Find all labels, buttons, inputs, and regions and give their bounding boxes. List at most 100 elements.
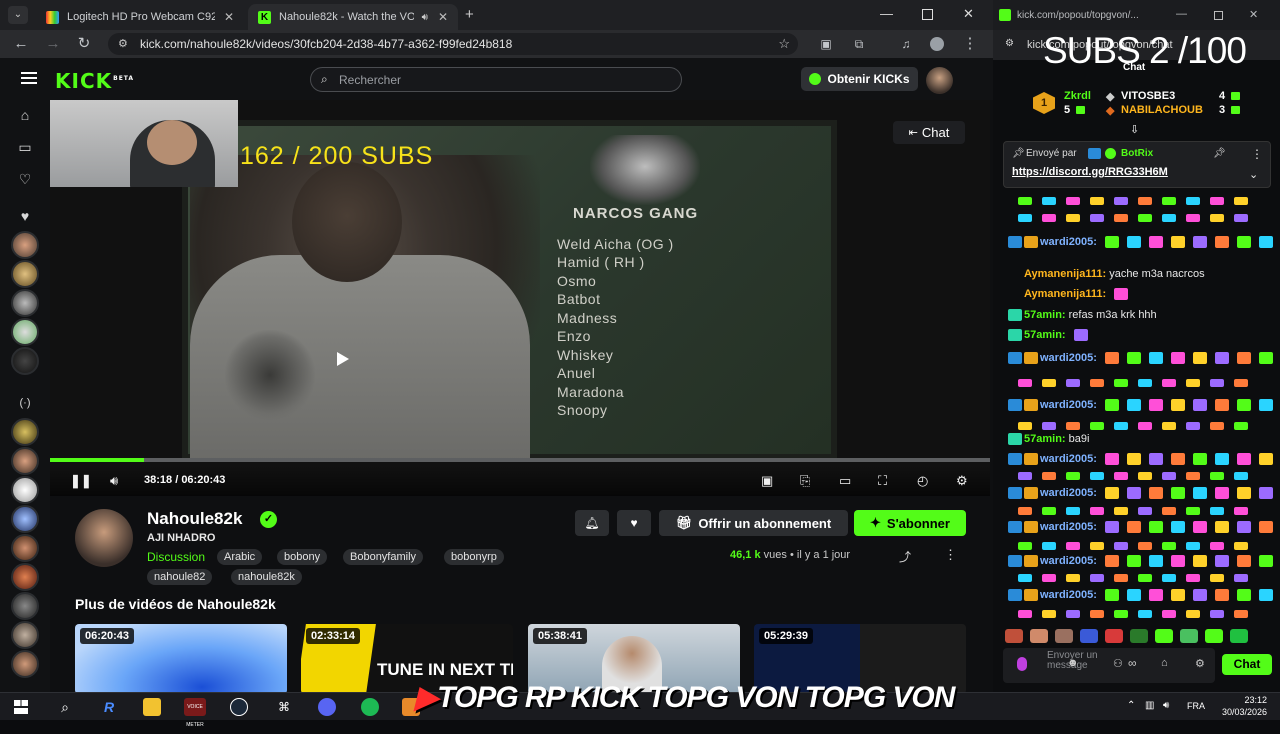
system-clock[interactable]: 23:12 30/03/2026 (1222, 694, 1267, 718)
emote-icon[interactable] (1105, 629, 1123, 643)
tag-chip[interactable]: nahoule82 (147, 569, 213, 585)
chat-username[interactable]: wardi2005: (1040, 521, 1097, 533)
tag-chip[interactable]: bobony (277, 549, 328, 565)
chat-username[interactable]: wardi2005: (1040, 589, 1097, 601)
close-icon[interactable]: ✕ (224, 10, 234, 24)
followed-channel-avatar[interactable] (11, 231, 39, 259)
minimize-button[interactable]: — (880, 6, 893, 21)
miniplayer-icon[interactable]: ▣ (761, 473, 773, 489)
channel-name[interactable]: Nahoule82k (147, 509, 242, 529)
voice-meter-icon[interactable]: VOICE METER (184, 698, 206, 728)
tab-search-button[interactable]: ⌄ (8, 6, 28, 24)
volume-icon[interactable]: 🔊︎ (110, 473, 118, 489)
back-icon[interactable]: ← (13, 36, 29, 52)
volume-icon[interactable]: 🔊︎ (1163, 700, 1169, 711)
recommended-channel-avatar[interactable] (11, 447, 39, 475)
language-indicator[interactable]: FRA (1187, 701, 1205, 711)
close-icon[interactable]: ✕ (438, 10, 448, 24)
minimize-button[interactable]: — (1176, 8, 1187, 20)
steam-icon[interactable] (230, 698, 248, 716)
file-explorer-icon[interactable] (143, 698, 161, 716)
infinity-icon[interactable]: ∞ (1128, 656, 1137, 670)
notification-bell-button[interactable]: 🔔︎ (575, 510, 609, 536)
recommended-channel-avatar[interactable] (11, 650, 39, 678)
settings-gear-icon[interactable]: ⚙ (1195, 657, 1205, 670)
more-options-icon[interactable]: ⋮ (1251, 147, 1263, 161)
tab-webcam[interactable]: Logitech HD Pro Webcam C920 ✕ (36, 4, 244, 30)
recommended-channel-avatar[interactable] (11, 505, 39, 533)
leader-name[interactable]: VITOSBE3 (1121, 90, 1175, 102)
chat-toggle-button[interactable]: ⇤ Chat (893, 121, 965, 144)
tray-chevron-icon[interactable]: ⌃ (1127, 700, 1135, 711)
tag-chip[interactable]: Bobonyfamily (343, 549, 424, 565)
chat-username[interactable]: wardi2005: (1040, 555, 1097, 567)
more-options-icon[interactable]: ⋮ (944, 547, 957, 563)
chat-username[interactable]: Aymanenija111: (1024, 288, 1106, 300)
emote-icon[interactable] (1205, 629, 1223, 643)
maximize-button[interactable] (922, 9, 933, 20)
emote-icon[interactable] (1230, 629, 1248, 643)
channel-avatar[interactable] (75, 509, 133, 567)
chat-username[interactable]: wardi2005: (1040, 453, 1097, 465)
site-info-icon[interactable]: ⚙ (118, 37, 128, 50)
spotify-icon[interactable] (361, 698, 379, 716)
address-input[interactable]: ⚙ kick.com/nahoule82k/videos/30fcb204-2d… (108, 33, 798, 55)
collapse-arrow-icon[interactable]: ⇩ (1130, 123, 1139, 136)
speed-icon[interactable]: ◴ (917, 473, 928, 489)
pinned-author[interactable]: BotRix (1121, 148, 1153, 159)
reload-icon[interactable]: ↻ (76, 36, 92, 52)
extension-icon[interactable]: ▣ (818, 36, 834, 52)
following-icon[interactable]: ♡ (14, 168, 36, 190)
network-icon[interactable]: ▥ (1145, 700, 1154, 711)
windows-start-icon[interactable] (14, 700, 28, 714)
emoji-icon[interactable]: ☻ (1067, 657, 1079, 669)
menu-kebab-icon[interactable]: ⋮ (962, 36, 978, 52)
share-icon[interactable]: ⤴ (899, 548, 911, 565)
chat-input[interactable]: Envoyer un message ☻ ⚇ ∞ ⌂ ⚙ (1003, 648, 1215, 683)
emote-icon[interactable] (1130, 629, 1148, 643)
leader-name[interactable]: NABILACHOUB (1121, 104, 1203, 116)
clip-icon[interactable]: ⎘ (800, 473, 810, 489)
get-kicks-button[interactable]: Obtenir KICKs (801, 67, 918, 91)
user-avatar[interactable] (926, 67, 953, 94)
video-thumbnail[interactable]: 06:20:43 (75, 624, 287, 692)
browse-icon[interactable]: ▭ (14, 136, 36, 158)
fullscreen-icon[interactable]: ⛶ (878, 473, 887, 489)
home-icon[interactable]: ⌂ (14, 104, 36, 126)
emote-icon[interactable] (1055, 629, 1073, 643)
close-window-button[interactable]: ✕ (1249, 8, 1258, 21)
subscribe-button[interactable]: ✦ S'abonner (854, 510, 966, 536)
kick-logo[interactable]: KICKBETA (55, 69, 134, 93)
tab-kick-video[interactable]: K Nahoule82k - Watch the VO 🔊︎ ✕ (248, 4, 458, 30)
tag-chip[interactable]: nahoule82k (231, 569, 302, 585)
emote-icon[interactable] (1030, 629, 1048, 643)
discord-icon[interactable] (318, 698, 336, 716)
chat-username[interactable]: wardi2005: (1040, 487, 1097, 499)
recommended-channel-avatar[interactable] (11, 418, 39, 446)
app-r-icon[interactable]: R (100, 698, 118, 716)
puzzle-icon[interactable]: ⧉ (851, 36, 867, 52)
chat-username[interactable]: 57amin: (1024, 433, 1066, 445)
emote-icon[interactable] (1080, 629, 1098, 643)
pinned-link[interactable]: https://discord.gg/RRG33H6M (1012, 166, 1168, 178)
chat-username[interactable]: wardi2005: (1040, 236, 1097, 248)
site-info-icon[interactable]: ⚙ (1005, 38, 1014, 49)
chat-username[interactable]: wardi2005: (1040, 352, 1097, 364)
hamburger-menu-icon[interactable] (21, 72, 37, 84)
recommended-channel-avatar[interactable] (11, 621, 39, 649)
chat-username[interactable]: wardi2005: (1040, 399, 1097, 411)
followed-channel-avatar[interactable] (11, 260, 39, 288)
search-input[interactable]: ⌕ Rechercher (310, 67, 682, 92)
chat-username[interactable]: 57amin: (1024, 329, 1066, 341)
send-chat-button[interactable]: Chat (1222, 654, 1272, 675)
emote-icon[interactable] (1005, 629, 1023, 643)
bookmark-star-icon[interactable]: ☆ (778, 36, 790, 52)
forward-icon[interactable]: → (45, 36, 61, 52)
recommended-channel-avatar[interactable] (11, 476, 39, 504)
emote-icon[interactable] (1180, 629, 1198, 643)
close-window-button[interactable]: ✕ (963, 6, 974, 22)
gift-sub-button[interactable]: 🎁︎ Offrir un abonnement (659, 510, 848, 536)
tag-chip[interactable]: Arabic (217, 549, 263, 565)
progress-bar[interactable] (50, 458, 990, 462)
followed-channel-avatar[interactable] (11, 318, 39, 346)
